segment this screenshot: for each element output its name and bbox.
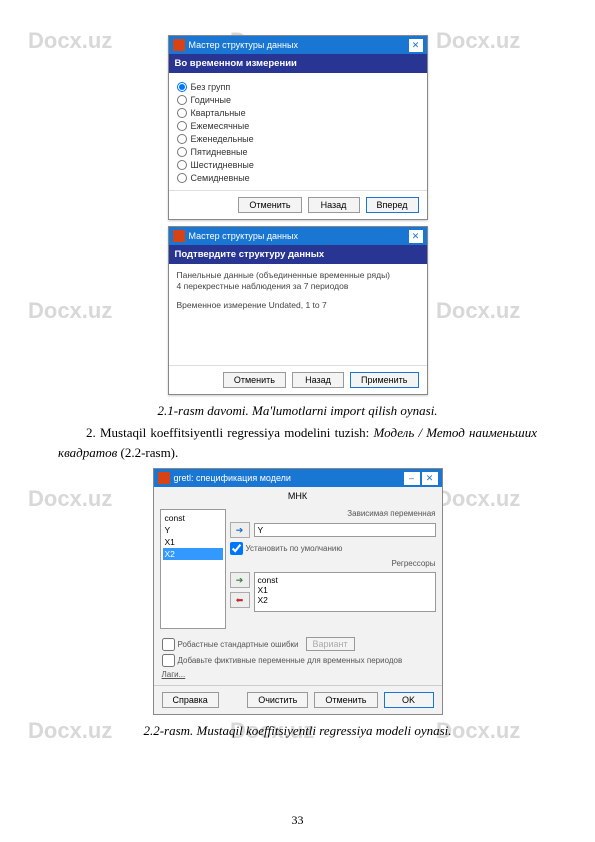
variant-button[interactable]: Вариант — [306, 637, 355, 651]
figure-caption: 2.2-rasm. Mustaqil koeffitsiyentli regre… — [58, 723, 537, 739]
arrow-right-icon[interactable]: ➔ — [230, 522, 250, 538]
titlebar: Мастер структуры данных ✕ — [169, 227, 427, 245]
dependent-input[interactable]: Y — [254, 523, 436, 537]
remove-arrow-icon[interactable]: ⬅ — [230, 592, 250, 608]
default-checkbox[interactable] — [230, 542, 243, 555]
fixed-effects-checkbox[interactable] — [162, 654, 175, 667]
robust-checkbox[interactable] — [162, 638, 175, 651]
radio-option[interactable]: Еженедельные — [177, 134, 419, 144]
radio-option[interactable]: Годичные — [177, 95, 419, 105]
radio-option[interactable]: Ежемесячные — [177, 121, 419, 131]
close-icon[interactable] — [422, 472, 438, 485]
regressors-label: Регрессоры — [230, 559, 436, 568]
close-icon[interactable]: ✕ — [409, 39, 423, 52]
radio-input[interactable] — [177, 160, 187, 170]
info-line: Панельные данные (объединенные временные… — [177, 270, 419, 281]
radio-label: Шестидневные — [191, 160, 254, 170]
radio-option[interactable]: Квартальные — [177, 108, 419, 118]
radio-label: Еженедельные — [191, 134, 254, 144]
close-icon[interactable]: ✕ — [409, 230, 423, 243]
forward-button[interactable]: Вперед — [366, 197, 419, 213]
radio-option[interactable]: Шестидневные — [177, 160, 419, 170]
titlebar: Мастер структуры данных ✕ — [169, 36, 427, 54]
radio-option[interactable]: Семидневные — [177, 173, 419, 183]
radio-input[interactable] — [177, 147, 187, 157]
para-prefix: 2. Mustaqil koeffitsiyentli regressiya m… — [86, 425, 374, 440]
lags-link[interactable]: Лаги... — [162, 670, 186, 679]
dialog-banner: Подтвердите структуру данных — [169, 245, 427, 264]
app-icon — [158, 472, 170, 484]
cancel-button[interactable]: Отменить — [314, 692, 377, 708]
method-label: МНК — [154, 487, 442, 501]
window-title: gretl: спецификация модели — [174, 473, 404, 483]
dependent-label: Зависимая переменная — [230, 509, 436, 518]
radio-label: Семидневные — [191, 173, 250, 183]
clear-button[interactable]: Очистить — [247, 692, 308, 708]
para-suffix: (2.2-rasm). — [117, 445, 178, 460]
help-button[interactable]: Справка — [162, 692, 219, 708]
radio-input[interactable] — [177, 108, 187, 118]
info-line: 4 перекрестные наблюдения за 7 периодов — [177, 281, 419, 292]
minimize-icon[interactable] — [404, 472, 420, 485]
back-button[interactable]: Назад — [308, 197, 360, 213]
cancel-button[interactable]: Отменить — [223, 372, 286, 388]
radio-label: Без групп — [191, 82, 231, 92]
radio-label: Пятидневные — [191, 147, 248, 157]
list-item[interactable]: Y — [163, 524, 223, 536]
default-checkbox-label: Установить по умолчанию — [246, 544, 343, 553]
dialog-banner: Во временном измерении — [169, 54, 427, 73]
list-item[interactable]: const — [163, 512, 223, 524]
list-item[interactable]: X2 — [163, 548, 223, 560]
figure-caption: 2.1-rasm davomi. Ma'lumotlarni import qi… — [58, 403, 537, 419]
radio-input[interactable] — [177, 95, 187, 105]
dialog-model-spec: gretl: спецификация модели МНК constYX1X… — [153, 468, 443, 715]
radio-label: Квартальные — [191, 108, 246, 118]
ok-button[interactable]: OK — [384, 692, 434, 708]
dialog-time-dimension: Мастер структуры данных ✕ Во временном и… — [168, 35, 428, 220]
regressors-list[interactable]: const X1 X2 — [254, 572, 436, 612]
dialog-confirm-structure: Мастер структуры данных ✕ Подтвердите ст… — [168, 226, 428, 395]
list-item[interactable]: X1 — [163, 536, 223, 548]
radio-input[interactable] — [177, 121, 187, 131]
page-number: 33 — [0, 813, 595, 828]
apply-button[interactable]: Применить — [350, 372, 419, 388]
info-line: Временное измерение Undated, 1 to 7 — [177, 300, 419, 311]
cancel-button[interactable]: Отменить — [238, 197, 301, 213]
window-title: Мастер структуры данных — [189, 231, 409, 241]
radio-input[interactable] — [177, 82, 187, 92]
window-title: Мастер структуры данных — [189, 40, 409, 50]
add-arrow-icon[interactable]: ➔ — [230, 572, 250, 588]
radio-label: Годичные — [191, 95, 232, 105]
app-icon — [173, 39, 185, 51]
radio-option[interactable]: Без групп — [177, 82, 419, 92]
radio-input[interactable] — [177, 134, 187, 144]
radio-option[interactable]: Пятидневные — [177, 147, 419, 157]
titlebar: gretl: спецификация модели — [154, 469, 442, 487]
robust-label: Робастные стандартные ошибки — [178, 640, 299, 649]
radio-label: Ежемесячные — [191, 121, 250, 131]
variable-list[interactable]: constYX1X2 — [160, 509, 226, 629]
paragraph: 2. Mustaqil koeffitsiyentli regressiya m… — [58, 423, 537, 462]
radio-input[interactable] — [177, 173, 187, 183]
fixed-effects-label: Добавьте фиктивные переменные для времен… — [178, 656, 403, 665]
app-icon — [173, 230, 185, 242]
back-button[interactable]: Назад — [292, 372, 344, 388]
